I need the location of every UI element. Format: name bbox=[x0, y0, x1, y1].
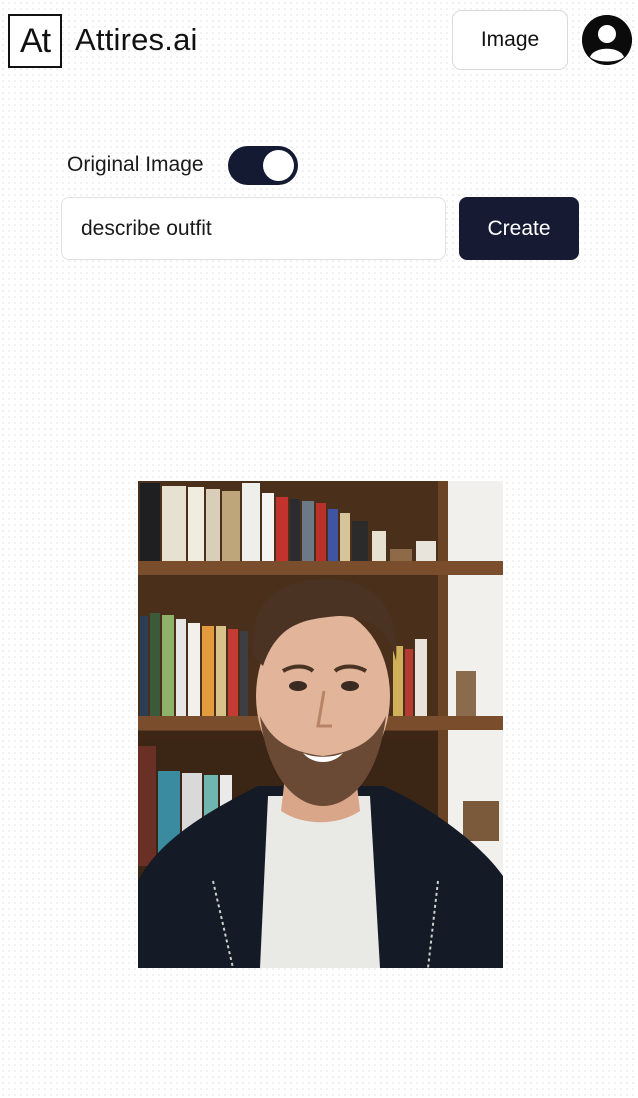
prompt-input[interactable] bbox=[61, 197, 446, 260]
original-image-label: Original Image bbox=[67, 153, 204, 176]
logo[interactable]: At bbox=[8, 14, 62, 68]
portrait-photo bbox=[138, 481, 503, 968]
image-button[interactable]: Image bbox=[452, 10, 568, 70]
original-image-toggle[interactable] bbox=[228, 146, 298, 185]
logo-text: At bbox=[19, 21, 51, 60]
toggle-knob bbox=[263, 150, 294, 181]
brand-name: Attires.ai bbox=[75, 22, 198, 57]
user-avatar-icon[interactable] bbox=[582, 15, 632, 65]
create-button[interactable]: Create bbox=[459, 197, 579, 260]
